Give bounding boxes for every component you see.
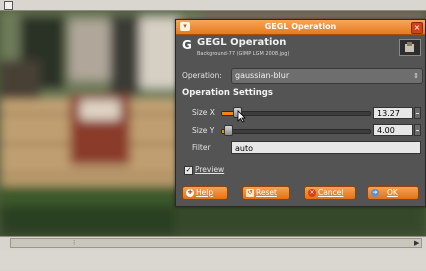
reset-button-label: Reset [256,188,277,197]
scroll-marker-icon: ⁝ [73,239,76,247]
help-button-label: Help [196,188,214,197]
size-x-spinbox[interactable]: 13.27 [373,107,413,119]
reset-button[interactable]: ↺ Reset [242,186,290,200]
image-name-subtitle: Background-77 (GIMP LGM 2008.jpg) [197,51,290,57]
dialog-titlebar[interactable]: ▾ GEGL Operation × [176,20,425,35]
ok-button-label: OK [387,188,398,197]
cancel-button-label: Cancel [318,188,344,197]
operation-settings-heading: Operation Settings [182,88,273,98]
filter-label: Filter [192,143,211,152]
dialog-heading: GEGL Operation [197,37,287,48]
scroll-right-arrow-icon[interactable]: ▶ [414,239,420,247]
operation-label: Operation: [182,71,222,80]
image-thumbnail [399,39,421,56]
thumbnail-picture [400,40,420,55]
help-button[interactable]: ✚ Help [182,186,228,200]
preview-checkbox[interactable]: ✓ [184,166,193,175]
size-y-slider[interactable] [221,129,371,134]
ok-button[interactable]: ➔ OK [367,186,419,200]
cancel-icon: × [308,189,316,197]
top-ruler [0,0,426,11]
horizontal-scrollbar[interactable]: ⁝ ▶ [10,238,422,248]
operation-value: gaussian-blur [235,71,290,80]
preview-label: Preview [195,165,225,174]
ruler-corner-icon[interactable] [4,1,13,10]
filter-input[interactable]: auto [231,141,421,154]
reset-icon: ↺ [246,189,254,197]
help-icon: ✚ [186,189,194,197]
size-y-label: Size Y [192,126,215,135]
size-x-label: Size X [192,108,215,117]
size-x-spin-buttons[interactable] [414,107,421,119]
operation-combo[interactable]: gaussian-blur ⇕ [231,68,423,84]
window-title: GEGL Operation [264,22,337,31]
cancel-button[interactable]: × Cancel [304,186,356,200]
combo-arrow-icon: ⇕ [413,72,419,80]
mouse-pointer-icon [237,110,246,123]
gegl-operation-dialog: ▾ GEGL Operation × G GEGL Operation Back… [175,19,426,207]
size-y-spinbox[interactable]: 4.00 [373,124,413,136]
close-icon[interactable]: × [411,22,423,34]
ok-icon: ➔ [371,189,379,197]
status-bar [0,250,426,270]
size-y-slider-handle[interactable] [224,125,234,136]
size-y-spin-buttons[interactable] [414,124,421,136]
gimp-g-icon: G [182,38,192,52]
